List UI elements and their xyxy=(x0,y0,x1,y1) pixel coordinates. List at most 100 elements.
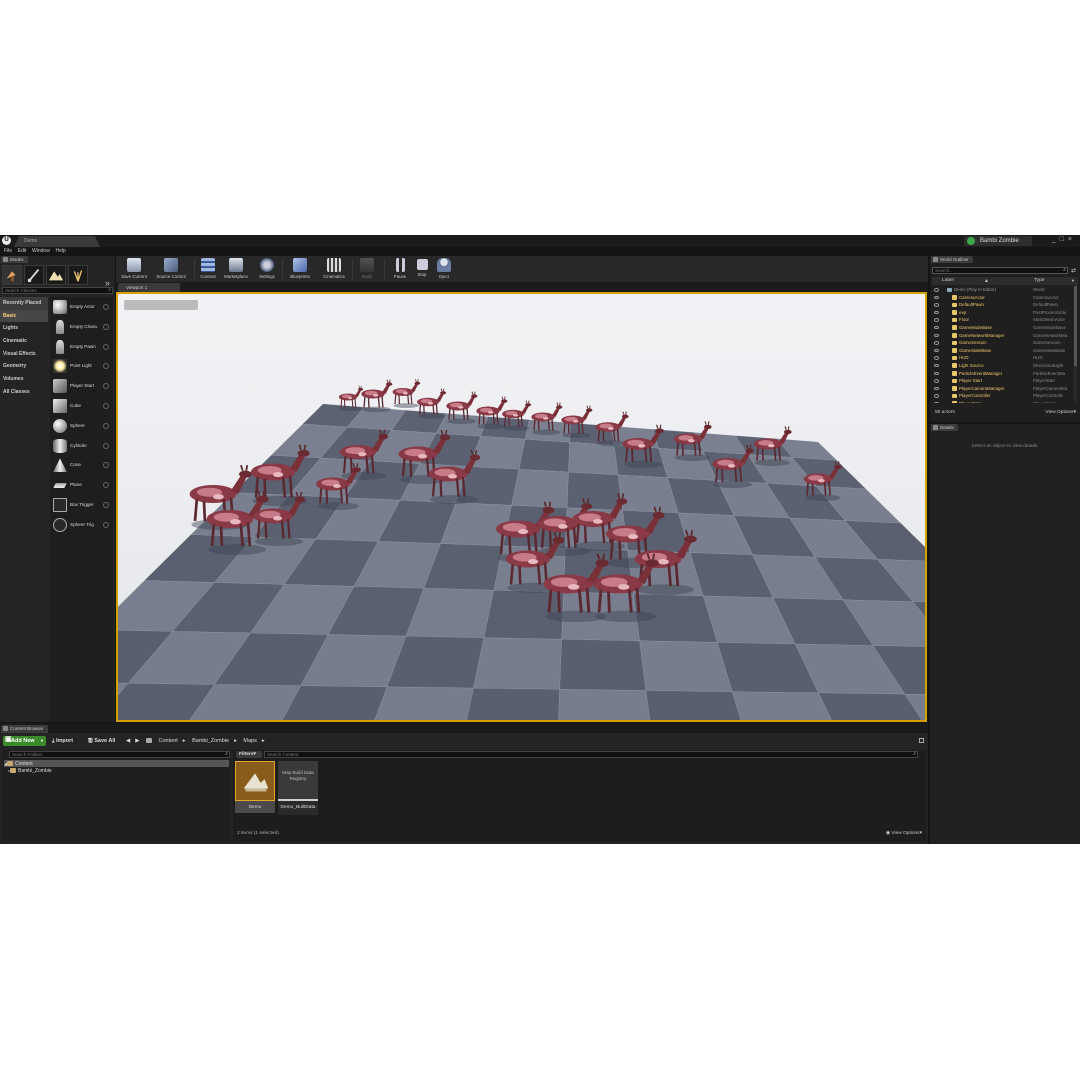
visibility-eye-icon[interactable] xyxy=(934,333,939,338)
level-viewport[interactable] xyxy=(116,292,927,722)
place-item[interactable]: Plane xyxy=(50,475,113,495)
zombie-deer[interactable] xyxy=(392,379,421,408)
outliner-settings-icon[interactable]: ⇄ xyxy=(1071,267,1076,274)
outliner-actor-row[interactable]: PlayerState PlayerState xyxy=(932,400,1073,403)
info-icon[interactable] xyxy=(103,501,109,508)
blueprints-button[interactable]: Blueprints xyxy=(286,256,314,282)
outliner-actor-row[interactable]: Player Start PlayerStart xyxy=(932,377,1073,385)
landscape-mode-icon[interactable] xyxy=(46,265,66,285)
asset-search-input[interactable]: Search Content ⌕ xyxy=(264,751,918,758)
visibility-eye-icon[interactable] xyxy=(934,401,939,403)
breadcrumb-maps[interactable]: Maps xyxy=(243,738,256,744)
menu-window[interactable]: Window xyxy=(32,247,50,256)
world-outliner-tab[interactable]: World Outliner xyxy=(931,256,973,263)
pause-button[interactable]: Pause xyxy=(390,256,410,282)
category-lights[interactable]: Lights xyxy=(0,322,48,335)
build-button[interactable]: Build xyxy=(356,256,378,282)
info-icon[interactable] xyxy=(103,343,109,350)
forward-arrow-icon[interactable]: ▶ xyxy=(135,738,139,744)
menu-help[interactable]: Help xyxy=(56,247,66,256)
column-dropdown-icon[interactable]: ▼ xyxy=(1071,277,1075,285)
save-all-button[interactable]: 🖫 Save All xyxy=(88,736,115,746)
menu-edit[interactable]: Edit xyxy=(18,247,27,256)
outliner-scrollbar[interactable] xyxy=(1074,286,1077,403)
visibility-eye-icon[interactable] xyxy=(934,386,939,391)
category-basic[interactable]: Basic xyxy=(0,309,48,323)
place-item[interactable]: Player Start xyxy=(50,376,113,396)
tree-item-content[interactable]: ◢ Content xyxy=(4,760,229,767)
outliner-world-row[interactable]: Demo (Play In Editor) World xyxy=(932,286,1073,294)
info-icon[interactable] xyxy=(103,323,109,330)
visibility-eye-icon[interactable] xyxy=(934,341,939,345)
class-search-input[interactable]: Search Classes ⌕ xyxy=(2,287,113,294)
modes-tab[interactable]: Modes xyxy=(1,256,28,263)
filters-button[interactable]: Filters▾ xyxy=(236,751,262,758)
outliner-actor-row[interactable]: Floor StaticMeshActor xyxy=(932,316,1073,324)
outliner-actor-row[interactable]: CameraActor CameraActor xyxy=(932,294,1073,302)
visibility-eye-icon[interactable] xyxy=(934,310,939,315)
place-item[interactable]: Box Trigger xyxy=(50,495,113,515)
place-item[interactable]: Empty Chara xyxy=(50,317,113,337)
outliner-actor-row[interactable]: DefaultPawn DefaultPawn xyxy=(932,301,1073,309)
maximize-button[interactable]: □ xyxy=(1060,236,1068,243)
outliner-view-options[interactable]: View Options▾ xyxy=(1045,408,1076,417)
info-icon[interactable] xyxy=(103,521,109,528)
place-mode-icon[interactable] xyxy=(2,265,22,285)
info-icon[interactable] xyxy=(103,442,109,449)
info-icon[interactable] xyxy=(103,462,109,469)
category-recently-placed[interactable]: Recently Placed xyxy=(0,297,48,310)
place-item[interactable]: Point Light xyxy=(50,356,113,376)
visibility-eye-icon[interactable] xyxy=(934,303,939,307)
import-button[interactable]: ⤓ Import xyxy=(52,736,73,746)
cinematics-button[interactable]: Cinematics xyxy=(320,256,348,282)
lock-icon[interactable] xyxy=(919,738,924,743)
info-icon[interactable] xyxy=(103,482,109,489)
outliner-actor-row[interactable]: PlayerController PlayerControlle xyxy=(932,392,1073,400)
close-button[interactable]: × xyxy=(1068,236,1076,243)
category-geometry[interactable]: Geometry xyxy=(0,360,48,373)
paint-mode-icon[interactable] xyxy=(24,265,44,285)
info-icon[interactable] xyxy=(103,402,109,409)
info-icon[interactable] xyxy=(103,304,109,310)
outliner-actor-row[interactable]: GameNetworkManager GameNetworkMa xyxy=(932,332,1073,340)
category-volumes[interactable]: Volumes xyxy=(0,373,48,386)
settings-button[interactable]: Settings xyxy=(255,256,279,282)
place-item[interactable]: Sphere Trig xyxy=(50,515,113,535)
outliner-actor-row[interactable]: evp PostProcessVolu xyxy=(932,309,1073,317)
place-item[interactable]: Empty Actor xyxy=(50,297,113,317)
visibility-eye-icon[interactable] xyxy=(934,348,939,353)
label-column-header[interactable]: Label xyxy=(942,277,954,285)
type-column-header[interactable]: Type xyxy=(1034,277,1044,285)
scrollbar-thumb[interactable] xyxy=(1074,286,1077,366)
visibility-eye-icon[interactable] xyxy=(934,288,939,292)
content-button[interactable]: Content xyxy=(197,256,219,282)
outliner-actor-row[interactable]: HUD HUD xyxy=(932,354,1073,362)
level-tab[interactable]: Demo xyxy=(14,236,100,247)
place-item[interactable]: Cube xyxy=(50,396,113,416)
asset-tile-demo[interactable]: Demo xyxy=(235,761,275,813)
breadcrumb-bambi-zombie[interactable]: Bambi_Zombie xyxy=(192,738,229,744)
eject-button[interactable]: Eject xyxy=(434,256,454,282)
info-icon[interactable] xyxy=(103,383,109,390)
breadcrumb-content[interactable]: Content xyxy=(159,738,178,744)
folder-search-input[interactable]: Search Folders ⌕ xyxy=(9,751,230,758)
info-icon[interactable] xyxy=(103,422,109,429)
outliner-actor-row[interactable]: Light Source DirectionalLight xyxy=(932,362,1073,370)
viewport-options-bar[interactable] xyxy=(124,300,198,310)
visibility-eye-icon[interactable] xyxy=(934,394,939,398)
category-cinematic[interactable]: Cinematic xyxy=(0,335,48,348)
visibility-eye-icon[interactable] xyxy=(934,356,939,360)
stop-button[interactable]: Stop xyxy=(412,256,432,282)
tree-item-bambi-zombie[interactable]: ▹ Bambi_Zombie xyxy=(8,767,52,774)
category-all-classes[interactable]: All Classes xyxy=(0,386,48,399)
outliner-search-input[interactable]: Search... ⌕ xyxy=(932,267,1068,274)
foliage-mode-icon[interactable] xyxy=(68,265,88,285)
asset-view-options[interactable]: ◉ View Options▾ xyxy=(886,831,922,836)
outliner-actor-row[interactable]: GameModeBase GameModeBase xyxy=(932,324,1073,332)
outliner-actor-row[interactable]: GameStateBase GameStateBase xyxy=(932,347,1073,355)
unreal-logo-icon[interactable]: U xyxy=(2,236,11,245)
viewport-tab[interactable]: Viewport 1 xyxy=(118,283,180,292)
visibility-eye-icon[interactable] xyxy=(934,363,939,368)
place-item[interactable]: Cone xyxy=(50,455,113,475)
place-item[interactable]: Empty Pawn xyxy=(50,337,113,357)
